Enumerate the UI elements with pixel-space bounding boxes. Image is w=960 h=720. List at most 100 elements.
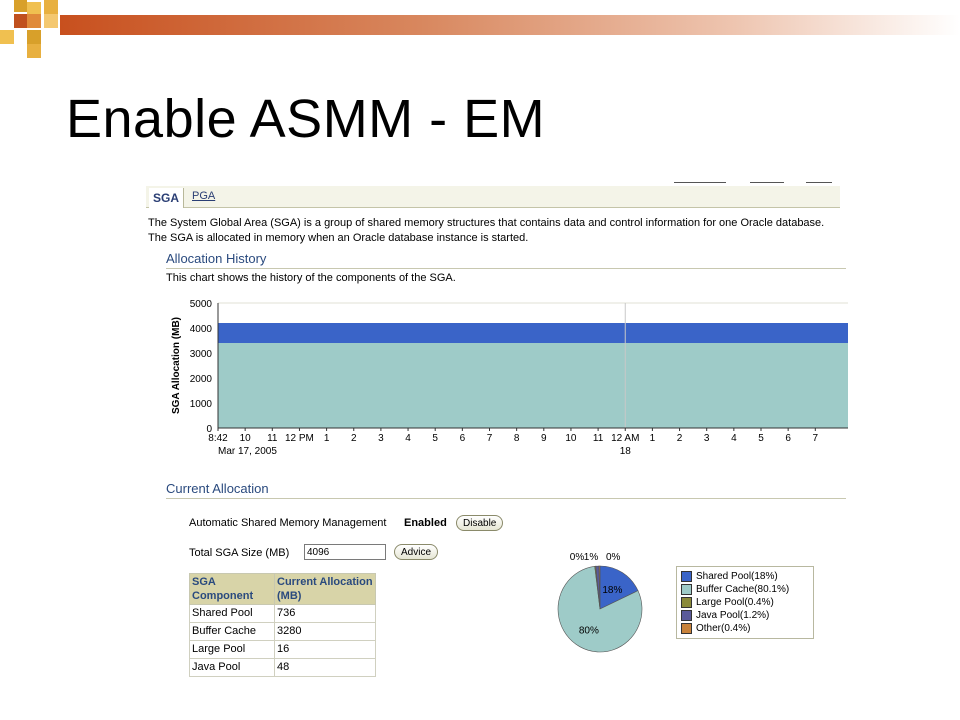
asmm-status: Enabled (404, 517, 447, 529)
section-divider (166, 268, 846, 269)
pie-legend: Shared Pool(18%) Buffer Cache(80.1%) Lar… (676, 566, 814, 639)
legend-swatch (681, 623, 692, 634)
section-divider (166, 498, 846, 499)
x-tick-label: 7 (487, 433, 493, 444)
tab-bar (146, 186, 840, 208)
x-tick-label: 8:42 (208, 433, 228, 444)
x-tick-label: 9 (541, 433, 547, 444)
x-tick-label: 4 (405, 433, 411, 444)
table-cell: 48 (274, 658, 376, 677)
legend-swatch (681, 610, 692, 621)
x-tick-label: 10 (240, 433, 252, 444)
legend-label: Buffer Cache(80.1%) (696, 584, 790, 595)
legend-item: Java Pool(1.2%) (681, 609, 809, 622)
top-link-underline[interactable] (750, 182, 784, 183)
sga-pie-chart: 18%80%0% 1% 0% (557, 552, 643, 653)
x-tick-label: 1 (324, 433, 330, 444)
top-link-underline[interactable] (674, 182, 726, 183)
y-tick-label: 1000 (190, 399, 213, 410)
x-tick-label: 12 PM (285, 433, 314, 444)
table-cell: 3280 (274, 622, 376, 641)
top-link-underline[interactable] (806, 182, 832, 183)
y-axis-label: SGA Allocation (MB) (171, 317, 182, 414)
deco-square (27, 14, 41, 28)
deco-square (14, 14, 27, 28)
table-row: Buffer Cache 3280 (189, 622, 376, 641)
em-screenshot-panel: SGA PGA The System Global Area (SGA) is … (146, 176, 850, 677)
table-row: Java Pool 48 (189, 658, 376, 677)
deco-square (14, 0, 27, 12)
current-allocation-title: Current Allocation (166, 481, 269, 496)
tab-sga[interactable]: SGA (149, 188, 185, 208)
deco-square (44, 0, 58, 14)
x-tick-label: 8 (514, 433, 520, 444)
x-tick-label: 2 (351, 433, 357, 444)
y-tick-label: 4000 (190, 324, 213, 335)
legend-item: Shared Pool(18%) (681, 570, 809, 583)
pie-slice-label: 80% (579, 626, 599, 637)
tab-pga[interactable]: PGA (192, 188, 215, 204)
allocation-history-chart: 010002000300040005000SGA Allocation (MB)… (171, 299, 848, 457)
table-row: Large Pool 16 (189, 640, 376, 659)
allocation-history-title: Allocation History (166, 251, 267, 266)
allocation-history-subtitle: This chart shows the history of the comp… (166, 272, 456, 284)
advice-button[interactable]: Advice (394, 544, 439, 560)
table-cell: Large Pool (189, 640, 275, 659)
legend-label: Large Pool(0.4%) (696, 597, 774, 608)
legend-swatch (681, 584, 692, 595)
pie-slice-label: 18% (602, 585, 622, 596)
legend-swatch (681, 571, 692, 582)
x-tick-label: 1 (650, 433, 656, 444)
x-tick-label: 7 (813, 433, 819, 444)
legend-label: Shared Pool(18%) (696, 571, 778, 582)
disable-button[interactable]: Disable (456, 515, 504, 531)
table-cell: Buffer Cache (189, 622, 275, 641)
x-tick-label: 6 (460, 433, 466, 444)
x-tick-label: 11 (267, 433, 278, 444)
table-cell: Shared Pool (189, 604, 275, 623)
table-row: Shared Pool 736 (189, 604, 376, 623)
deco-square (0, 30, 14, 44)
legend-item: Large Pool(0.4%) (681, 596, 809, 609)
deco-square (44, 14, 58, 28)
x-tick-label: 5 (432, 433, 438, 444)
x-tick-label: 3 (378, 433, 384, 444)
legend-label: Java Pool(1.2%) (696, 610, 770, 621)
x-tick-label: 5 (758, 433, 764, 444)
legend-label: Other(0.4%) (696, 623, 751, 634)
x-tick-label: 3 (704, 433, 710, 444)
table-cell: 16 (274, 640, 376, 659)
area-series-buffer-cache (218, 343, 848, 428)
pie-slice-label: 0% (570, 552, 585, 563)
x-tick-label: 11 (593, 433, 604, 444)
table-cell: Java Pool (189, 658, 275, 677)
slide-decoration (0, 0, 960, 60)
asmm-label: Automatic Shared Memory Management (189, 517, 387, 529)
x-tick-label: 6 (785, 433, 791, 444)
x-tick-label: 4 (731, 433, 737, 444)
table-header-row: SGA Component Current Allocation (MB) (189, 573, 376, 605)
deco-square (27, 30, 41, 44)
pie-slice-label: 1% (584, 552, 599, 563)
legend-item: Other(0.4%) (681, 622, 809, 635)
pie-slice-label: 0% (606, 552, 621, 563)
total-sga-label: Total SGA Size (MB) (189, 547, 290, 559)
x-tick-label: 2 (677, 433, 683, 444)
legend-item: Buffer Cache(80.1%) (681, 583, 809, 596)
area-series-shared-pool (218, 323, 848, 343)
x-date-label: 18 (620, 446, 632, 457)
deco-square (27, 44, 41, 58)
deco-gradient-band (60, 15, 960, 35)
y-tick-label: 5000 (190, 299, 213, 310)
x-tick-label: 12 AM (611, 433, 639, 444)
sga-component-table: SGA Component Current Allocation (MB) Sh… (189, 573, 376, 677)
total-sga-input[interactable] (304, 544, 386, 560)
table-cell: 736 (274, 604, 376, 623)
y-tick-label: 2000 (190, 374, 213, 385)
sga-description: The System Global Area (SGA) is a group … (148, 217, 825, 244)
legend-swatch (681, 597, 692, 608)
y-tick-label: 3000 (190, 349, 213, 360)
column-header: Current Allocation (MB) (274, 573, 376, 605)
x-tick-label: 10 (565, 433, 577, 444)
x-date-label: Mar 17, 2005 (218, 446, 277, 457)
